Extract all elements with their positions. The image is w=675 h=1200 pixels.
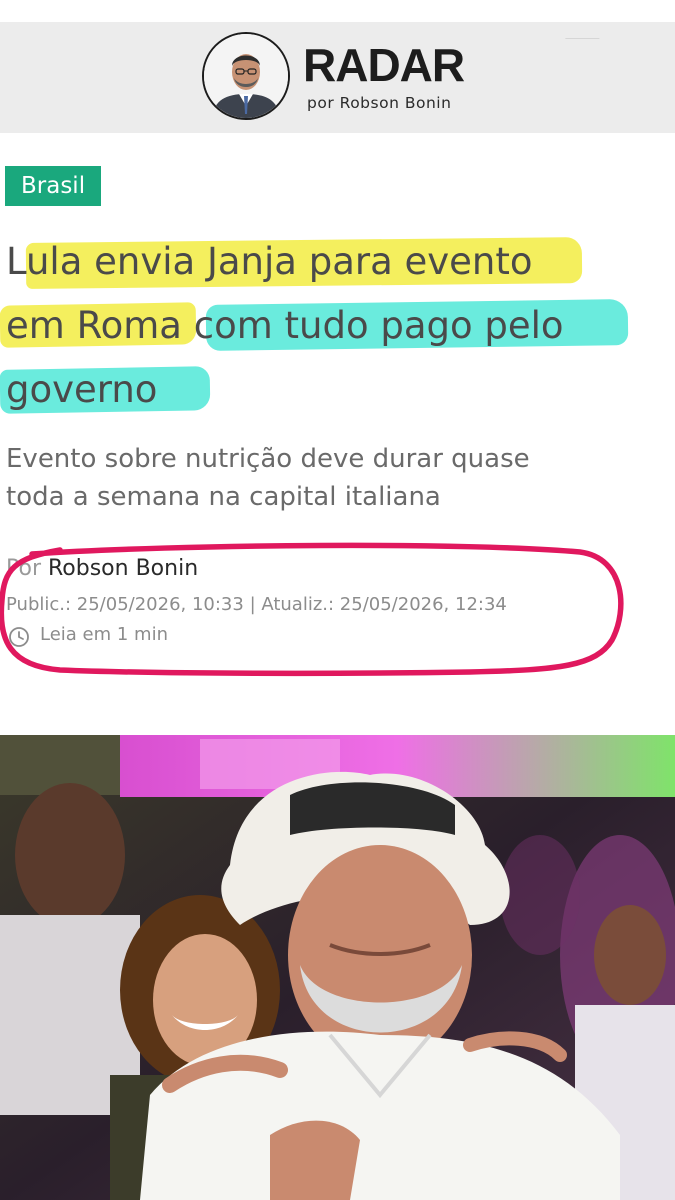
headline-line-1: Lula envia Janja para evento [6, 240, 533, 283]
column-header: RADAR por Robson Bonin [0, 22, 675, 133]
subtitle-line-1: Evento sobre nutrição deve durar quase [6, 444, 530, 474]
corner-fold-mark [565, 22, 611, 39]
brand-byline: por Robson Bonin [307, 94, 452, 112]
headline-line-3: governo [6, 368, 158, 411]
brand-title: RADAR [303, 39, 465, 91]
headline-line-2: em Roma com tudo pago pelo [6, 304, 564, 347]
article-headline[interactable]: Lula envia Janja para evento em Roma com… [6, 230, 666, 422]
handdrawn-circle-annotation [0, 542, 624, 677]
radar-logo[interactable]: RADAR por Robson Bonin [202, 32, 465, 126]
article-photo[interactable] [0, 735, 675, 1200]
section-tag[interactable]: Brasil [5, 166, 102, 206]
avatar-portrait-icon [204, 34, 288, 118]
subtitle-line-2: toda a semana na capital italiana [6, 482, 441, 512]
author-avatar [202, 32, 290, 120]
status-strip [0, 0, 675, 22]
article-subtitle: Evento sobre nutrição deve durar quase t… [6, 440, 646, 516]
